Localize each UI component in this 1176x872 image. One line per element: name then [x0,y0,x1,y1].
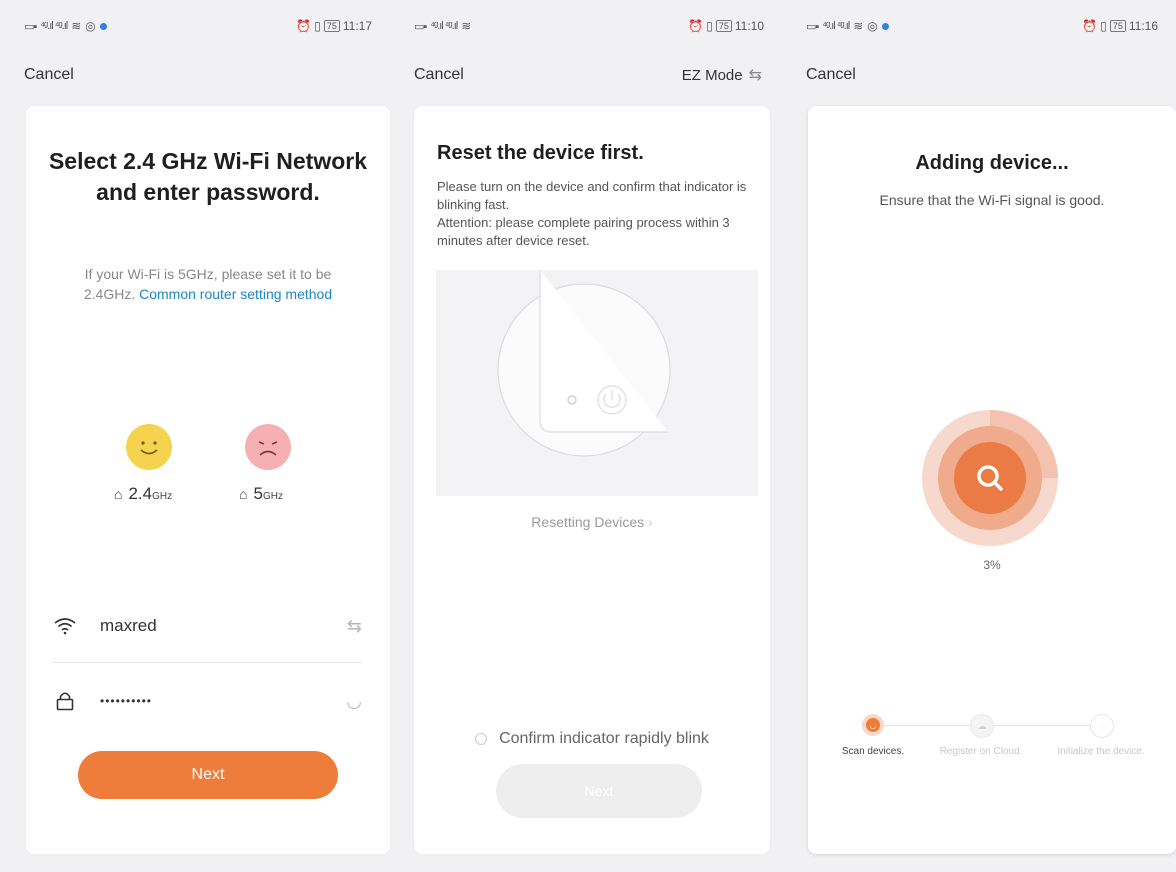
step-connector [992,725,1090,726]
notification-icon: ▭▪ [24,20,37,33]
battery-icon: 75 [715,20,732,32]
vibrate-icon: ▯ [1100,19,1107,33]
status-time: 11:17 [342,19,372,33]
wifi-hint: If your Wi-Fi is 5GHz, please set it to … [66,264,350,304]
next-button[interactable]: Next [78,751,338,799]
cancel-button[interactable]: Cancel [806,66,856,84]
page-title: Adding device... [915,152,1069,174]
password-value: •••••••••• [100,694,153,708]
step-register: ☁ [970,714,994,738]
status-time: 11:16 [1128,19,1158,33]
switch-mode-icon: ⇆ [748,67,762,84]
show-password-icon[interactable]: ◡ [346,691,362,712]
resetting-devices-link[interactable]: Resetting Devices › [414,514,770,530]
chevron-right-icon: › [648,514,653,530]
happy-face-icon [126,424,172,470]
app-status-icon [881,22,889,30]
reset-device-screen: ▭▪ ⁴ᵍ.ıl ⁴ᵍ.ıl ≋ ⏰ ▯ 75 11:10 Cancel EZ … [390,0,782,872]
wifi-status-icon: ≋ [853,19,864,33]
sync-icon: ◎ [85,19,96,33]
wifi-name-field[interactable]: maxred ⇆ [50,606,362,646]
divider [52,662,362,663]
wifi-icon [50,617,80,635]
lock-icon [50,691,80,711]
progress-percent: 3% [983,558,1001,572]
wifi-name-value: maxred [100,616,157,635]
device-illustration [436,270,758,496]
battery-icon: 75 [1109,20,1126,32]
initialize-icon: ◌ [1099,721,1105,731]
status-bar: ▭▪ ⁴ᵍ.ıl ⁴ᵍ.ıl ≋ ⏰ ▯ 75 11:10 [414,16,764,36]
band-2-4ghz: ⌂ 2.4 GHz [114,484,173,503]
step-label-scan: Scan devices. [841,746,905,757]
router-setting-link[interactable]: Common router setting method [139,286,332,302]
vibrate-icon: ▯ [706,19,713,33]
next-button[interactable]: Next [496,764,702,818]
alarm-icon: ⏰ [296,19,312,33]
alarm-icon: ⏰ [688,19,704,33]
reset-instructions: Please turn on the device and confirm th… [437,179,747,248]
step-initialize: ◌ [1090,714,1114,738]
scanning-radar [918,406,1062,550]
status-bar: ▭▪ ⁴ᵍ.ıl ⁴ᵍ.ıl ≋ ◎ ⏰ ▯ 75 11:16 [806,16,1158,36]
radio-icon [475,733,488,745]
cell-signal-icon: ⁴ᵍ.ıl ⁴ᵍ.ıl [430,20,458,32]
page-title: Select 2.4 GHz Wi-Fi Network and enter p… [48,148,368,205]
wifi-status-icon: ≋ [71,19,82,33]
adding-card: Adding device... Ensure that the Wi-Fi s… [808,106,1176,854]
step-label-initialize: Initialize the device. [1057,746,1145,757]
password-field[interactable]: •••••••••• ◡ [50,681,362,721]
switch-network-icon[interactable]: ⇆ [347,616,362,637]
status-bar: ▭▪ ⁴ᵍ.ıl ⁴ᵍ.ıl ≋ ◎ ⏰ ▯ 75 11:17 [24,16,372,36]
step-connector [884,725,970,726]
cloud-icon: ☁ [977,720,987,731]
step-scan: ◡ [862,714,884,736]
wifi-setup-screen: ▭▪ ⁴ᵍ.ıl ⁴ᵍ.ıl ≋ ◎ ⏰ ▯ 75 11:17 Cancel S… [0,0,390,872]
cancel-button[interactable]: Cancel [24,66,74,84]
router-icon: ⌂ [239,486,248,502]
adding-device-screen: ▭▪ ⁴ᵍ.ıl ⁴ᵍ.ıl ≋ ◎ ⏰ ▯ 75 11:16 Cancel A… [782,0,1176,872]
notification-icon: ▭▪ [414,20,427,33]
wifi-status-icon: ≋ [461,19,472,33]
cell-signal-icon: ⁴ᵍ.ıl ⁴ᵍ.ıl [822,20,850,32]
step-label-register: Register on Cloud. [939,746,1023,757]
search-icon [977,465,1003,491]
battery-icon: 75 [323,20,340,32]
alarm-icon: ⏰ [1082,19,1098,33]
cancel-button[interactable]: Cancel [414,66,464,84]
band-5ghz: ⌂ 5 GHz [239,484,283,503]
sync-icon: ◎ [867,19,878,33]
cell-signal-icon: ⁴ᵍ.ıl ⁴ᵍ.ıl [40,20,68,32]
vibrate-icon: ▯ [314,19,321,33]
progress-steps: ◡ ☁ ◌ Scan devices. Register on Cloud. I… [842,714,1148,794]
app-status-icon [99,22,107,30]
notification-icon: ▭▪ [806,20,819,33]
confirm-blink-checkbox[interactable]: Confirm indicator rapidly blink [414,730,770,748]
reset-card: Reset the device first. Please turn on t… [414,106,770,854]
scan-step-icon: ◡ [866,718,880,732]
status-time: 11:10 [734,19,764,33]
mode-switch[interactable]: EZ Mode ⇆ [682,65,762,85]
wifi-card: Select 2.4 GHz Wi-Fi Network and enter p… [26,106,390,854]
page-subtitle: Ensure that the Wi-Fi signal is good. [879,192,1105,208]
sad-face-icon [245,424,291,470]
page-title: Reset the device first. [437,142,644,164]
router-icon: ⌂ [114,486,123,502]
